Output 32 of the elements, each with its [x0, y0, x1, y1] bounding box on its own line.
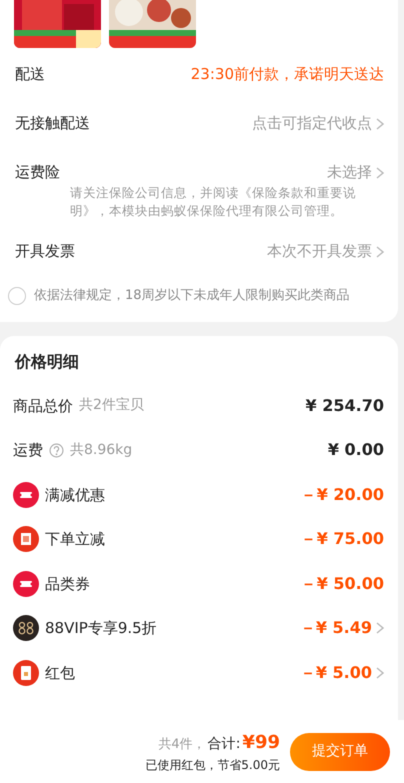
- row-value: 23:30前付款，承诺明天送达: [190, 64, 384, 86]
- savings-note: 已使用红包，节省5.00元: [145, 757, 280, 774]
- price-note: 共8.96kg: [70, 440, 132, 460]
- price-amount: －¥ 75.00: [300, 528, 384, 550]
- row-label: 配送: [15, 64, 45, 86]
- price-label: 红包: [45, 662, 75, 684]
- price-label: 商品总价: [13, 396, 73, 416]
- price-amount: ¥ 254.70: [306, 394, 384, 417]
- price-label: 下单立减: [45, 529, 105, 550]
- section-title: 价格明细: [14, 350, 80, 372]
- row-value[interactable]: 点击可指定代收点: [252, 112, 372, 135]
- item-count: 共4件，: [158, 736, 206, 754]
- price-amount: －¥ 50.00: [300, 572, 384, 595]
- row-label: 无接触配送: [15, 113, 90, 134]
- row-value[interactable]: 未选择: [327, 161, 372, 184]
- age-notice: 依据法律规定，18周岁以下未成年人限制购买此类商品: [34, 287, 350, 305]
- price-amount[interactable]: －¥ 5.00: [300, 660, 372, 685]
- total-label: 合计:: [208, 735, 240, 754]
- submit-order-button[interactable]: 提交订单: [290, 732, 390, 770]
- price-label: 88VIP专享9.5折: [45, 618, 157, 639]
- price-label: 品类券: [45, 574, 90, 594]
- total-amount: ¥99: [242, 731, 280, 755]
- row-value[interactable]: 本次不开具发票: [267, 240, 372, 263]
- row-label: 开具发票: [15, 241, 75, 262]
- price-amount: －¥ 20.00: [300, 484, 384, 506]
- row-label: 运费险: [15, 162, 60, 184]
- price-amount[interactable]: －¥ 5.49: [300, 616, 372, 640]
- price-label: 满减优惠: [45, 484, 105, 506]
- price-note: 共2件宝贝: [79, 396, 144, 416]
- price-label: 运费: [13, 440, 43, 461]
- price-amount: ¥ 0.00: [328, 439, 384, 462]
- insurance-note: 请关注保险公司信息，并阅读《保险条款和重要说明》，本模块由蚂蚁保保险代理有限公司管理。: [69, 184, 357, 219]
